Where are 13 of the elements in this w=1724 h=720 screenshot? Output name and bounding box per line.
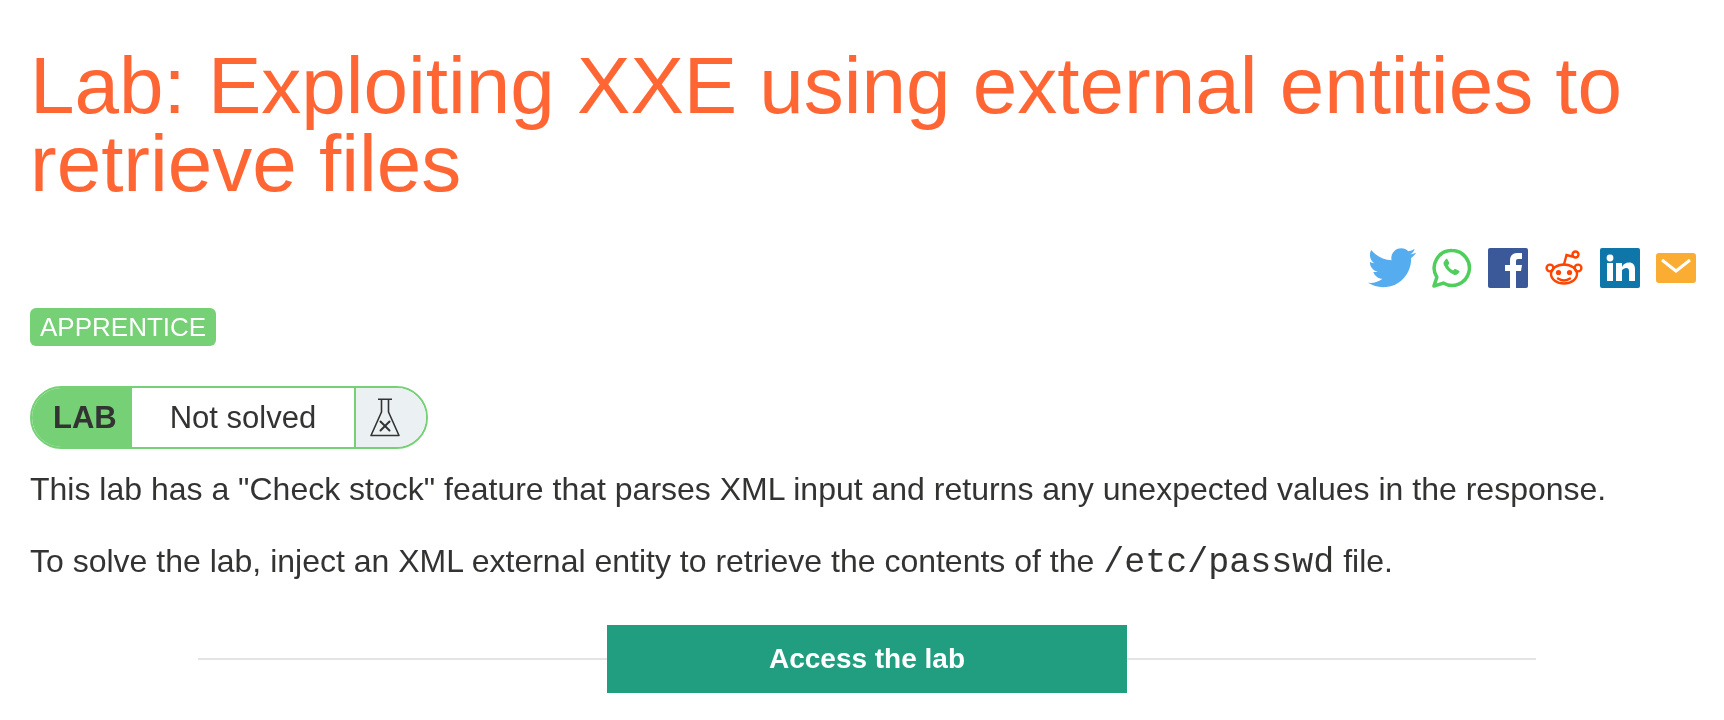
alien-head-icon[interactable] — [1544, 248, 1584, 288]
bird-icon[interactable] — [1368, 248, 1416, 288]
access-lab-button[interactable]: Access the lab — [607, 625, 1127, 693]
lab-title: Lab: Exploiting XXE using external entities to retrieve files — [30, 47, 1624, 203]
lab-status-text: Not solved — [168, 398, 318, 437]
in-tile-icon[interactable] — [1600, 248, 1640, 288]
phone-bubble-icon[interactable] — [1432, 248, 1472, 288]
lab-label: LAB — [32, 388, 132, 447]
description-paragraph: This lab has a "Check stock" feature that parses XML input and returns any unexpected values in the response. — [30, 470, 1608, 509]
envelope-icon[interactable] — [1656, 253, 1696, 283]
level-badge: APPRENTICE — [30, 308, 217, 346]
f-tile-icon[interactable] — [1488, 248, 1528, 288]
description-paragraph: To solve the lab, inject an XML external entity to retrieve the contents of the /etc/passwd file. — [30, 542, 1394, 582]
